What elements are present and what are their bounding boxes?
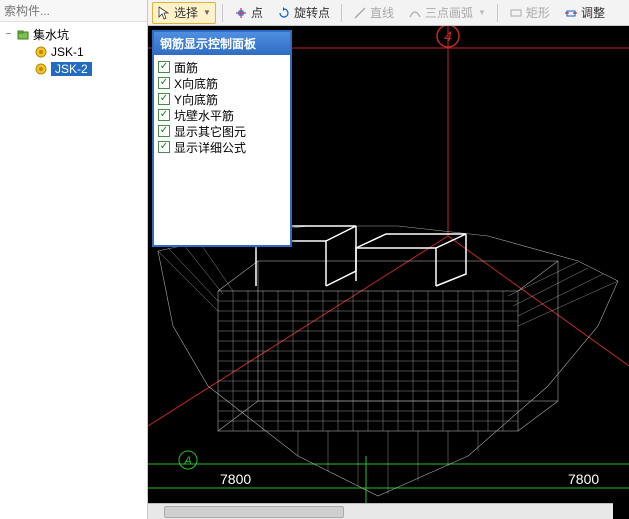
checkbox-icon[interactable]: ✓ (158, 109, 170, 121)
checkbox-row[interactable]: ✓ 显示详细公式 (158, 139, 286, 155)
tree-root-label: 集水坑 (33, 26, 69, 43)
cursor-icon (157, 6, 171, 20)
checkbox-icon[interactable]: ✓ (158, 61, 170, 73)
adjust-icon (564, 6, 578, 20)
line-button[interactable]: 直线 (348, 2, 399, 24)
rect-icon (509, 6, 523, 20)
line-icon (353, 6, 367, 20)
checkbox-icon[interactable]: ✓ (158, 77, 170, 89)
tree-item-label: JSK-1 (51, 45, 84, 59)
checkbox-row[interactable]: ✓ 坑壁水平筋 (158, 107, 286, 123)
tree-root[interactable]: − 集水坑 (4, 26, 147, 43)
arc-icon (408, 6, 422, 20)
checkbox-row[interactable]: ✓ X向底筋 (158, 75, 286, 91)
arc3-button[interactable]: 三点画弧 ▼ (403, 2, 491, 24)
rotate-point-button[interactable]: 旋转点 (272, 2, 335, 24)
point-button[interactable]: 点 (229, 2, 268, 24)
toolbar-separator (222, 4, 223, 22)
toolbar-separator (341, 4, 342, 22)
cross-icon (234, 6, 248, 20)
checkbox-label: Y向底筋 (174, 91, 218, 108)
select-label: 选择 (174, 4, 198, 21)
scrollbar-thumb[interactable] (164, 506, 344, 518)
checkbox-icon[interactable]: ✓ (158, 93, 170, 105)
tree-item-jsk2[interactable]: JSK-2 (4, 60, 147, 77)
adjust-button[interactable]: 调整 (559, 2, 610, 24)
checkbox-row[interactable]: ✓ Y向底筋 (158, 91, 286, 107)
point-a-label: A (183, 455, 191, 467)
checkbox-label: 显示其它图元 (174, 123, 246, 140)
toolbar-separator (497, 4, 498, 22)
tree-item-label-selected: JSK-2 (51, 62, 92, 76)
rect-label: 矩形 (526, 4, 550, 21)
checkbox-row[interactable]: ✓ 显示其它图元 (158, 123, 286, 139)
checkbox-label: 显示详细公式 (174, 139, 246, 156)
checkbox-icon[interactable]: ✓ (158, 125, 170, 137)
chevron-down-icon[interactable]: ▼ (478, 8, 486, 17)
checkbox-label: X向底筋 (174, 75, 218, 92)
draw-toolbar: 选择 ▼ 点 旋转点 直线 三点画弧 ▼ 矩形 (148, 0, 629, 26)
node-icon (34, 46, 48, 58)
folder-icon (16, 29, 30, 41)
rebar-display-panel[interactable]: 钢筋显示控制面板 ✓ 面筋 ✓ X向底筋 ✓ Y向底筋 ✓ 坑壁水平筋 ✓ 显示… (152, 30, 292, 247)
checkbox-row[interactable]: ✓ 面筋 (158, 59, 286, 75)
select-button[interactable]: 选择 ▼ (152, 2, 216, 24)
checkbox-label: 坑壁水平筋 (174, 107, 234, 124)
point-label: 点 (251, 4, 263, 21)
checkbox-label: 面筋 (174, 59, 198, 76)
horizontal-scrollbar[interactable] (148, 503, 613, 519)
component-tree: − 集水坑 JSK-1 JSK-2 (0, 22, 147, 77)
line-label: 直线 (370, 4, 394, 21)
rect-button[interactable]: 矩形 (504, 2, 555, 24)
axis-marker-label: 4 (444, 28, 452, 44)
adjust-label: 调整 (581, 4, 605, 21)
chevron-down-icon[interactable]: ▼ (203, 8, 211, 17)
dimension-right: 7800 (568, 471, 599, 487)
search-row: ▾ (0, 0, 147, 22)
rebar-panel-body: ✓ 面筋 ✓ X向底筋 ✓ Y向底筋 ✓ 坑壁水平筋 ✓ 显示其它图元 ✓ 显示… (154, 55, 290, 245)
tree-item-jsk1[interactable]: JSK-1 (4, 43, 147, 60)
rotate-icon (277, 6, 291, 20)
collapse-icon[interactable]: − (4, 29, 13, 40)
rebar-panel-title[interactable]: 钢筋显示控制面板 (154, 32, 290, 55)
rotate-point-label: 旋转点 (294, 4, 330, 21)
node-icon (34, 63, 48, 75)
arc3-label: 三点画弧 (425, 4, 473, 21)
component-tree-panel: ▾ − 集水坑 JSK-1 JSK-2 (0, 0, 148, 519)
checkbox-icon[interactable]: ✓ (158, 141, 170, 153)
dimension-left: 7800 (220, 471, 251, 487)
search-input[interactable] (0, 4, 163, 18)
